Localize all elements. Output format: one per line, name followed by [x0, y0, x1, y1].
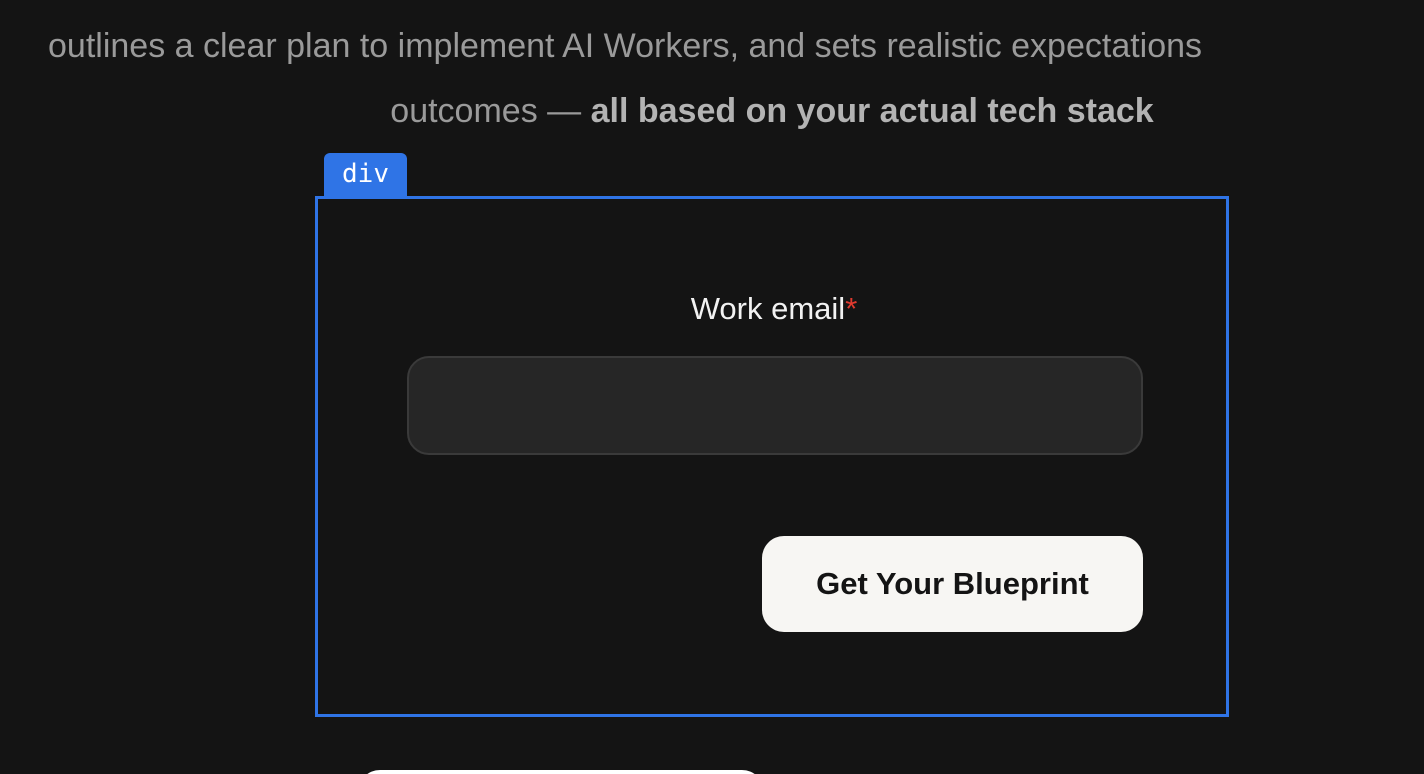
inspector-element-badge: div [324, 153, 407, 196]
page: outlines a clear plan to implement AI Wo… [0, 0, 1424, 774]
next-section-button-edge[interactable] [358, 770, 764, 774]
intro-text-line-1: outlines a clear plan to implement AI Wo… [48, 27, 1203, 65]
get-blueprint-button[interactable]: Get Your Blueprint [762, 536, 1143, 632]
required-marker: * [845, 291, 858, 326]
email-label-text: Work email [690, 291, 846, 326]
intro-text-line-2: outcomes — all based on your actual tech… [0, 89, 1424, 133]
intro-text-normal: outcomes — [390, 92, 591, 130]
intro-text-bold: all based on your actual tech stack [590, 92, 1154, 130]
signup-form-container: Work email* Get Your Blueprint [315, 196, 1229, 717]
work-email-input[interactable] [407, 356, 1143, 455]
email-field-label: Work email* [318, 291, 1230, 327]
